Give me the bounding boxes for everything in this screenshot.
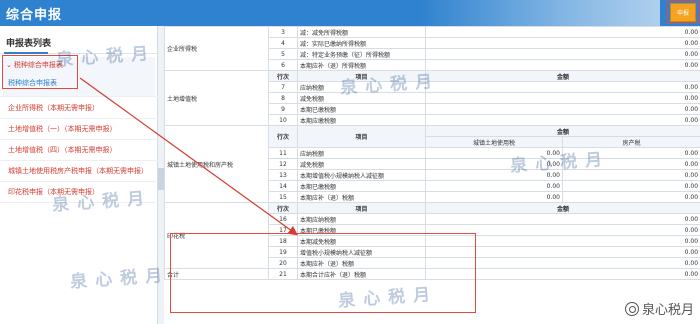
brand-name: 泉心税月 — [641, 303, 694, 318]
brand-mark: 泉心税月 — [624, 299, 694, 318]
wechat-icon — [624, 301, 639, 316]
annotation-arrow — [79, 77, 298, 236]
